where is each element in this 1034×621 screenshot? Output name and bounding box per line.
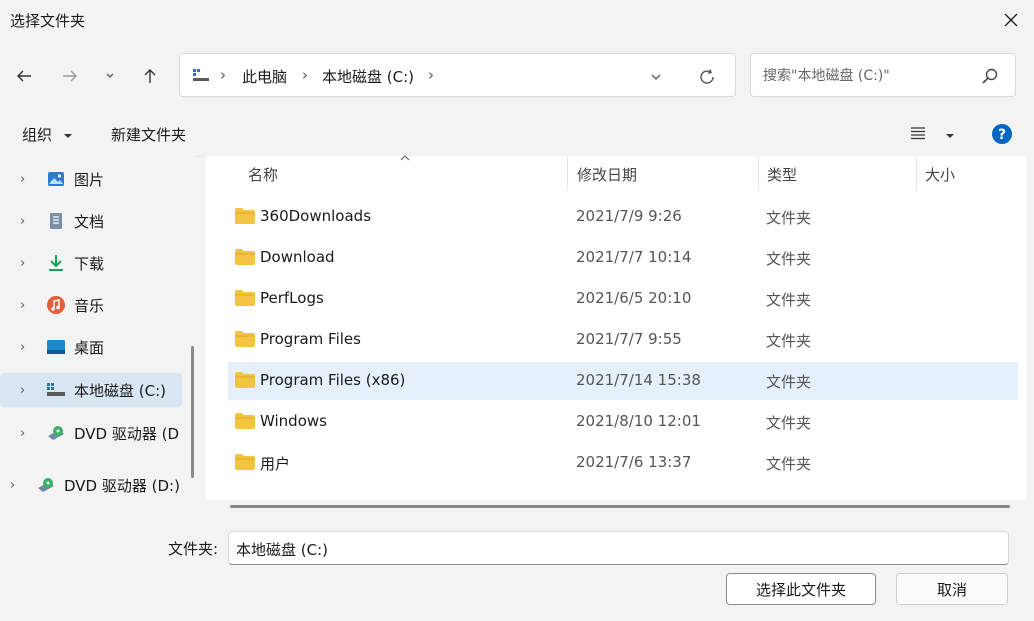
file-row[interactable]: PerfLogs 2021/6/5 20:10 文件夹 xyxy=(228,280,1018,318)
address-bar[interactable]: › 此电脑 › 本地磁盘 (C:) › xyxy=(179,53,736,97)
refresh-icon[interactable] xyxy=(698,68,716,86)
chevron-down-icon xyxy=(106,73,114,78)
chevron-down-icon[interactable] xyxy=(650,72,662,82)
folder-icon xyxy=(235,208,255,224)
sidebar-item-local-disk-c[interactable]: › 本地磁盘 (C:) xyxy=(0,373,182,407)
folder-icon xyxy=(235,454,255,470)
file-row[interactable]: Program Files (x86) 2021/7/14 15:38 文件夹 xyxy=(228,362,1018,400)
drive-icon xyxy=(46,380,66,400)
column-size[interactable]: 大小 xyxy=(925,164,955,185)
chevron-right-icon[interactable]: › xyxy=(20,426,34,441)
folder-icon xyxy=(235,249,255,265)
breadcrumb-this-pc[interactable]: 此电脑 xyxy=(242,66,287,87)
folder-icon xyxy=(235,331,255,347)
chevron-right-icon[interactable]: › xyxy=(20,383,34,398)
file-row[interactable]: 360Downloads 2021/7/9 9:26 文件夹 xyxy=(228,198,1018,236)
arrow-up-icon xyxy=(144,69,156,83)
forward-button[interactable] xyxy=(56,62,84,90)
file-list: 名称 修改日期 类型 大小 360Downloads 2021/7/9 9:26… xyxy=(206,155,1026,500)
music-icon xyxy=(46,295,66,315)
organize-label: 组织 xyxy=(22,126,53,144)
breadcrumb-separator-icon: › xyxy=(428,66,434,84)
search-input[interactable] xyxy=(761,64,975,88)
sidebar-scrollbar[interactable] xyxy=(191,346,194,478)
help-icon: ? xyxy=(992,124,1012,144)
folder-label: 文件夹: xyxy=(168,540,219,558)
desktop-icon xyxy=(46,337,66,357)
folder-input[interactable] xyxy=(234,537,998,561)
column-divider[interactable] xyxy=(567,156,568,190)
column-type[interactable]: 类型 xyxy=(767,164,797,185)
chevron-right-icon[interactable]: › xyxy=(10,478,24,493)
view-options-button[interactable] xyxy=(910,126,955,144)
chevron-right-icon[interactable]: › xyxy=(20,214,34,229)
svg-text:?: ? xyxy=(998,127,1006,143)
documents-icon xyxy=(46,211,66,231)
breadcrumb-separator-icon: › xyxy=(220,66,226,84)
sidebar-item-downloads[interactable]: › 下载 xyxy=(0,246,182,280)
close-button[interactable] xyxy=(988,0,1034,40)
column-divider[interactable] xyxy=(758,156,759,190)
folder-field[interactable] xyxy=(228,531,1009,565)
close-icon xyxy=(1004,13,1018,27)
chevron-right-icon[interactable]: › xyxy=(20,340,34,355)
arrow-left-icon xyxy=(17,70,31,82)
computer-icon xyxy=(193,69,209,81)
sidebar-item-dvd-drive-root[interactable]: › DVD 驱动器 (D:) xyxy=(0,468,190,502)
search-icon[interactable] xyxy=(981,67,999,85)
cancel-button[interactable]: 取消 xyxy=(896,573,1008,605)
list-view-icon xyxy=(911,127,925,140)
caret-down-icon xyxy=(945,134,954,138)
column-name[interactable]: 名称 xyxy=(248,164,278,185)
download-icon xyxy=(46,253,66,273)
command-bar: 组织 新建文件夹 ? xyxy=(0,112,1034,157)
sort-ascending-icon xyxy=(400,155,410,161)
sidebar-item-documents[interactable]: › 文档 xyxy=(0,204,182,238)
organize-menu[interactable]: 组织 xyxy=(22,124,73,145)
folder-icon xyxy=(235,290,255,306)
navigation-pane: › 图片 › 文档 › 下载 › 音乐 › 桌面 › 本地磁盘 (C:) › D… xyxy=(0,156,196,516)
breadcrumb-separator-icon: › xyxy=(302,66,308,84)
breadcrumb-local-disk[interactable]: 本地磁盘 (C:) xyxy=(322,66,414,87)
column-headers: 名称 修改日期 类型 大小 xyxy=(206,155,1026,190)
folder-icon xyxy=(235,413,255,429)
pictures-icon xyxy=(46,169,66,189)
caret-down-icon xyxy=(63,134,72,138)
sidebar-item-dvd-drive[interactable]: › DVD 驱动器 (D xyxy=(0,416,182,450)
up-button[interactable] xyxy=(136,62,164,90)
arrow-right-icon xyxy=(63,70,77,82)
select-folder-button[interactable]: 选择此文件夹 xyxy=(726,573,876,605)
dvd-icon xyxy=(36,475,56,495)
new-folder-button[interactable]: 新建文件夹 xyxy=(111,124,186,145)
window-title: 选择文件夹 xyxy=(10,12,86,30)
sidebar-item-music[interactable]: › 音乐 xyxy=(0,288,182,322)
column-modified[interactable]: 修改日期 xyxy=(577,164,637,185)
back-button[interactable] xyxy=(10,62,38,90)
chevron-right-icon[interactable]: › xyxy=(20,256,34,271)
file-row[interactable]: 用户 2021/7/6 13:37 文件夹 xyxy=(228,444,1018,482)
dvd-icon xyxy=(46,423,66,443)
file-row[interactable]: Program Files 2021/7/7 9:55 文件夹 xyxy=(228,321,1018,359)
help-button[interactable]: ? xyxy=(992,124,1012,148)
sidebar-item-pictures[interactable]: › 图片 xyxy=(0,162,182,196)
file-row[interactable]: Windows 2021/8/10 12:01 文件夹 xyxy=(228,403,1018,441)
recent-locations-button[interactable] xyxy=(98,62,122,90)
content-horizontal-scrollbar[interactable] xyxy=(230,505,1010,508)
column-divider[interactable] xyxy=(916,156,917,190)
chevron-right-icon[interactable]: › xyxy=(20,172,34,187)
folder-icon xyxy=(235,372,255,388)
sidebar-item-desktop[interactable]: › 桌面 xyxy=(0,330,182,364)
title-bar: 选择文件夹 xyxy=(0,0,1034,40)
chevron-right-icon[interactable]: › xyxy=(20,298,34,313)
search-box[interactable] xyxy=(750,53,1016,97)
content-vertical-scroll-track[interactable] xyxy=(1026,156,1034,500)
file-row[interactable]: Download 2021/7/7 10:14 文件夹 xyxy=(228,239,1018,277)
